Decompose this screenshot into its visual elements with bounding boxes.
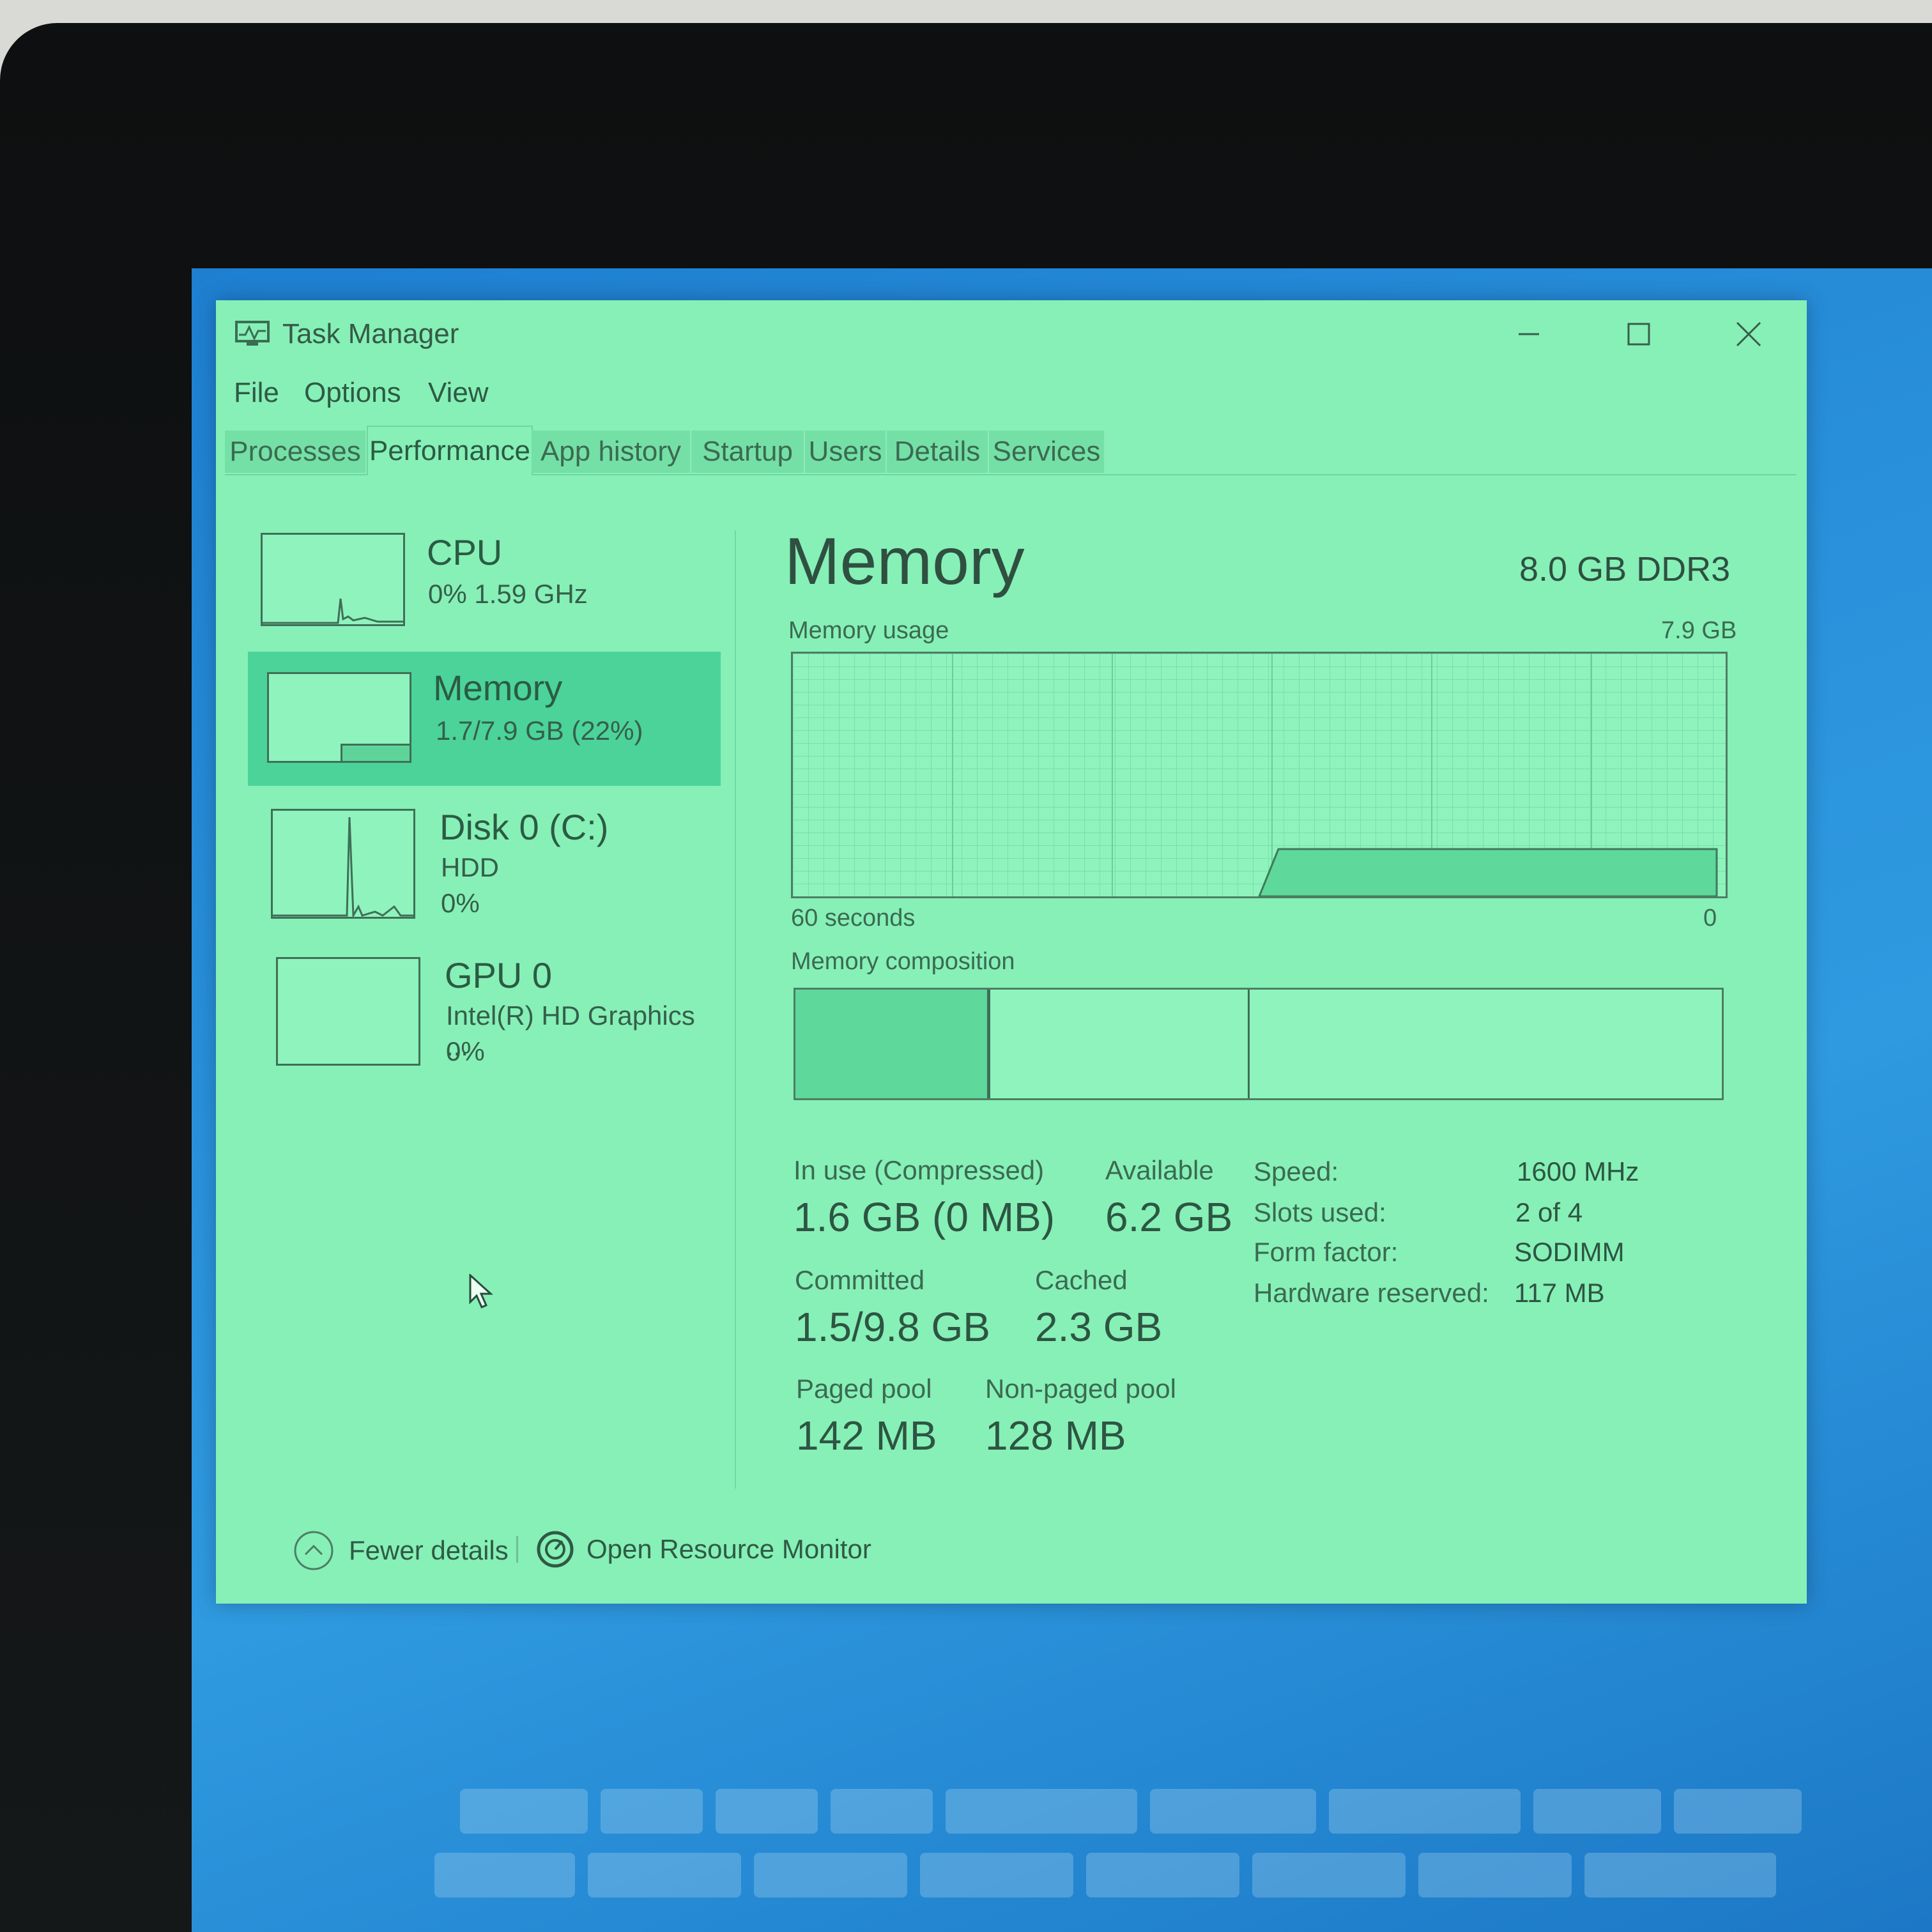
spec-key-hardware-reserved: Hardware reserved: (1254, 1278, 1489, 1308)
sidebar-item-gpu[interactable]: GPU 0 Intel(R) HD Graphics ... 0% (248, 946, 721, 1092)
committed-label: Committed (795, 1265, 925, 1295)
disk-thumbnail-graph (271, 809, 415, 919)
keyboard-reflection (460, 1789, 588, 1834)
usage-graph-max: 7.9 GB (1661, 617, 1737, 644)
fewer-details-label: Fewer details (349, 1535, 509, 1565)
close-icon (1736, 321, 1761, 347)
sidebar-item-detail: 1.7/7.9 GB (22%) (436, 716, 643, 746)
pane-divider[interactable] (735, 530, 736, 1489)
maximize-button[interactable] (1610, 312, 1667, 356)
open-resource-monitor-link[interactable]: Open Resource Monitor (535, 1529, 871, 1569)
sidebar-item-usage: 0% (441, 888, 480, 918)
task-manager-icon (234, 319, 271, 348)
memory-thumbnail-graph (267, 672, 411, 763)
non-paged-pool-label: Non-paged pool (985, 1374, 1176, 1404)
memory-type: 8.0 GB DDR3 (1519, 550, 1731, 588)
sidebar-item-detail: 0% 1.59 GHz (428, 579, 588, 609)
tab-processes[interactable]: Processes (225, 431, 367, 473)
spec-value-slots: 2 of 4 (1515, 1197, 1583, 1227)
tab-startup[interactable]: Startup (691, 431, 805, 473)
keyboard-reflection (1533, 1789, 1661, 1834)
close-button[interactable] (1720, 312, 1777, 356)
spec-value-speed: 1600 MHz (1517, 1156, 1639, 1186)
minimize-icon (1519, 333, 1539, 335)
keyboard-reflection (588, 1853, 741, 1897)
composition-label: Memory composition (791, 948, 1015, 975)
sidebar-item-detail: Intel(R) HD Graphics ... (446, 1000, 695, 1061)
tab-details[interactable]: Details (887, 431, 989, 473)
graph-axis-zero: 0 (1703, 905, 1717, 931)
usage-graph-label: Memory usage (788, 617, 949, 644)
page-title: Memory (785, 525, 1025, 599)
cached-value: 2.3 GB (1035, 1304, 1163, 1350)
keyboard-reflection (1252, 1853, 1406, 1897)
composition-free (1250, 990, 1722, 1098)
graph-time-span: 60 seconds (791, 905, 916, 931)
sidebar-item-usage: 0% (446, 1036, 485, 1066)
task-manager-window: Task Manager File Options View Processes… (216, 300, 1807, 1604)
gpu-thumbnail-graph (276, 957, 420, 1066)
resource-monitor-icon (537, 1531, 574, 1568)
keyboard-reflection (1674, 1789, 1802, 1834)
keyboard-reflection (434, 1853, 575, 1897)
keyboard-reflection (1150, 1789, 1316, 1834)
available-label: Available (1105, 1155, 1214, 1185)
keyboard-reflection (1086, 1853, 1239, 1897)
spec-value-form-factor: SODIMM (1514, 1237, 1625, 1267)
menu-options[interactable]: Options (304, 377, 401, 409)
maximize-icon (1627, 323, 1650, 346)
tab-performance[interactable]: Performance (367, 425, 533, 475)
keyboard-reflection (831, 1789, 933, 1834)
keyboard-reflection (1584, 1853, 1776, 1897)
minimize-button[interactable] (1500, 312, 1558, 356)
sidebar-item-title: Disk 0 (C:) (440, 807, 609, 847)
mouse-cursor-icon (469, 1273, 494, 1313)
menu-file[interactable]: File (234, 377, 279, 409)
tab-users[interactable]: Users (805, 431, 887, 473)
tab-services[interactable]: Services (989, 431, 1105, 473)
keyboard-reflection (716, 1789, 818, 1834)
paged-pool-label: Paged pool (796, 1374, 932, 1404)
keyboard-reflection (601, 1789, 703, 1834)
non-paged-pool-value: 128 MB (985, 1413, 1126, 1459)
spec-key-form-factor: Form factor: (1254, 1237, 1399, 1267)
composition-in-use (795, 990, 990, 1098)
in-use-label: In use (Compressed) (793, 1155, 1045, 1185)
cached-label: Cached (1035, 1265, 1128, 1295)
sidebar-item-memory[interactable]: Memory 1.7/7.9 GB (22%) (248, 652, 721, 786)
keyboard-reflection (754, 1853, 907, 1897)
sidebar-item-title: CPU (427, 532, 503, 572)
in-use-value: 1.6 GB (0 MB) (793, 1194, 1055, 1240)
keyboard-reflection (946, 1789, 1137, 1834)
keyboard-reflection (1418, 1853, 1572, 1897)
sidebar-item-detail: HDD (441, 852, 499, 882)
composition-standby (987, 990, 1250, 1098)
spec-value-hardware-reserved: 117 MB (1514, 1278, 1605, 1308)
committed-value: 1.5/9.8 GB (795, 1304, 990, 1350)
fewer-details-button[interactable]: Fewer details (293, 1529, 509, 1572)
spec-key-speed: Speed: (1254, 1156, 1339, 1186)
chevron-up-icon (294, 1531, 334, 1570)
keyboard-reflection (1329, 1789, 1521, 1834)
cpu-thumbnail-graph (261, 533, 405, 626)
sidebar-item-disk[interactable]: Disk 0 (C:) HDD 0% (248, 792, 721, 939)
paged-pool-value: 142 MB (796, 1413, 937, 1459)
window-title: Task Manager (282, 318, 459, 349)
memory-usage-graph (791, 652, 1728, 898)
sidebar-item-title: Memory (433, 668, 563, 708)
memory-composition-bar (793, 988, 1724, 1100)
spec-key-slots: Slots used: (1254, 1197, 1386, 1227)
available-value: 6.2 GB (1105, 1194, 1233, 1240)
sidebar-item-title: GPU 0 (445, 955, 553, 995)
open-resource-monitor-label: Open Resource Monitor (586, 1534, 871, 1564)
menu-view[interactable]: View (428, 377, 489, 409)
tab-app-history[interactable]: App history (532, 431, 691, 473)
keyboard-reflection (920, 1853, 1073, 1897)
footer-separator (516, 1536, 518, 1563)
sidebar-item-cpu[interactable]: CPU 0% 1.59 GHz (248, 518, 721, 645)
tab-bar: Processes Performance App history Startu… (225, 425, 1797, 475)
